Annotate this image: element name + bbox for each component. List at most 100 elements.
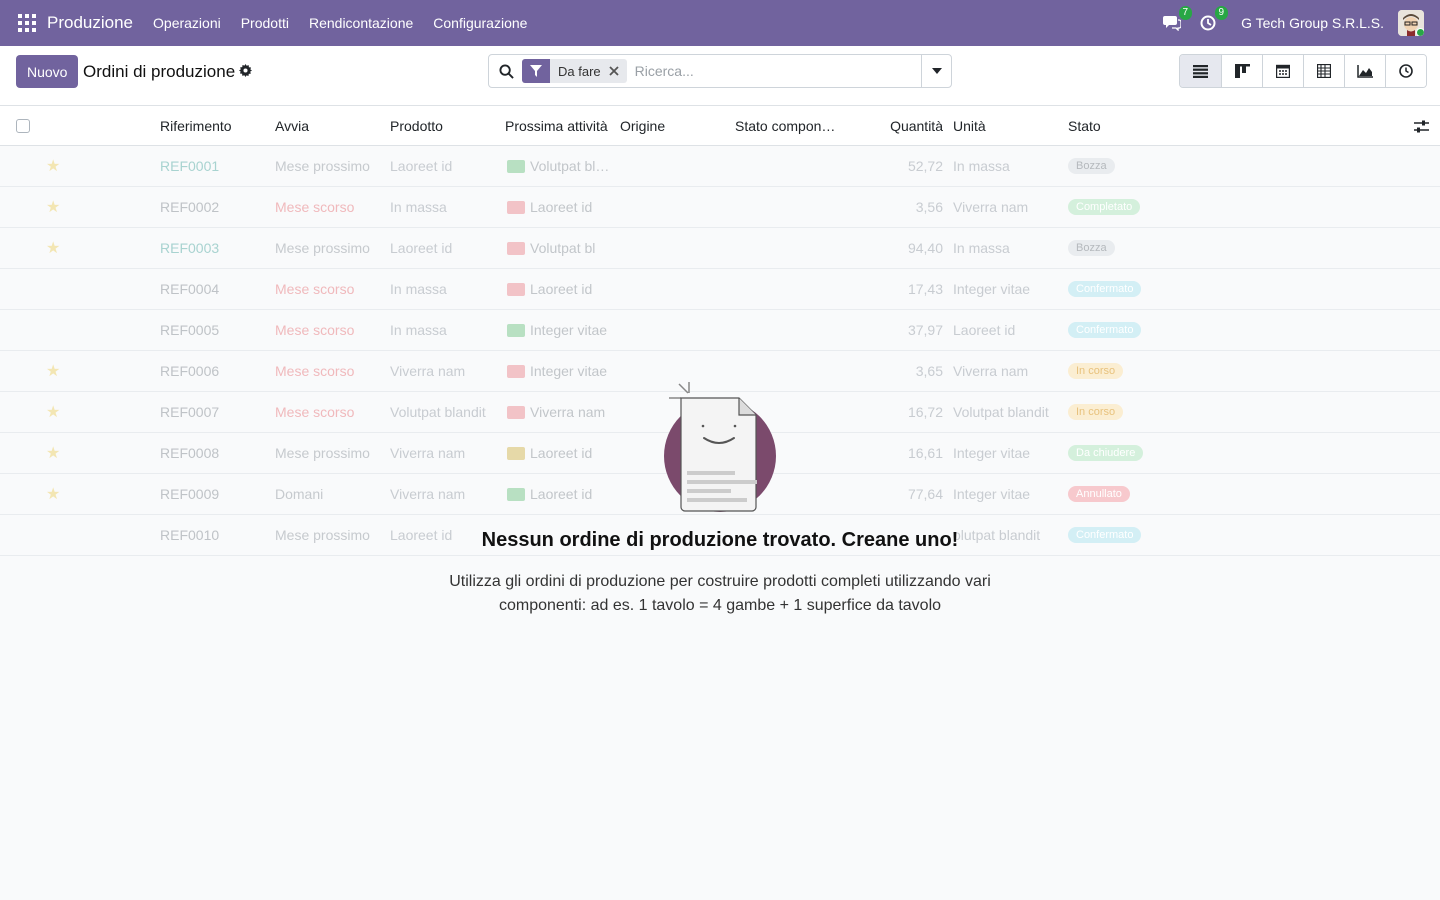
column-header-stato[interactable]: Stato bbox=[1068, 106, 1178, 146]
cell-start: Mese scorso bbox=[275, 281, 355, 297]
cell-reference: REF0009 bbox=[160, 486, 220, 502]
cell-unit: Integer vitae bbox=[953, 281, 1031, 297]
company-switcher[interactable]: G Tech Group S.R.L.S. bbox=[1241, 15, 1384, 31]
app-brand[interactable]: Produzione bbox=[47, 13, 133, 33]
search-icon[interactable] bbox=[499, 63, 514, 79]
cell-reference: REF0006 bbox=[160, 363, 220, 379]
activity-type-icon bbox=[507, 159, 525, 173]
table-row[interactable]: REF0005 Mese scorso In massa Integer vitae 3… bbox=[0, 310, 1440, 351]
empty-state-text: Utilizza gli ordini di produzione per co… bbox=[449, 573, 991, 614]
list-header: Riferimento Avvia Prodotto Prossima atti… bbox=[0, 106, 1440, 146]
column-header-unita[interactable]: Unità bbox=[953, 106, 1063, 146]
avatar[interactable] bbox=[1398, 10, 1424, 36]
column-header-riferimento[interactable]: Riferimento bbox=[160, 106, 270, 146]
table-row[interactable]: ★ REF0002 Mese scorso In massa Laoreet id 3,5… bbox=[0, 187, 1440, 228]
list-icon bbox=[1193, 64, 1208, 78]
status-badge: Bozza bbox=[1068, 158, 1115, 174]
activity-clock-icon bbox=[1399, 64, 1413, 78]
view-switcher bbox=[1179, 54, 1427, 88]
caret-down-icon bbox=[931, 68, 942, 74]
cell-unit: In massa bbox=[953, 158, 1010, 174]
cell-state: In corso bbox=[1068, 392, 1188, 432]
favorite-star-icon[interactable] bbox=[46, 515, 66, 555]
favorite-star-icon[interactable]: ★ bbox=[46, 228, 66, 268]
menu-item-prodotti[interactable]: Prodotti bbox=[231, 15, 299, 31]
search-input[interactable] bbox=[634, 63, 905, 79]
empty-state: Nessun ordine di produzione trovato. Cre… bbox=[420, 376, 1020, 618]
favorite-star-icon[interactable]: ★ bbox=[46, 187, 66, 227]
cell-state: Confermato bbox=[1068, 310, 1188, 350]
pivot-view-button[interactable] bbox=[1303, 55, 1344, 87]
column-header-quantita[interactable]: Quantità bbox=[850, 106, 943, 146]
cell-reference: REF0003 bbox=[160, 240, 220, 256]
cell-product: In massa bbox=[390, 281, 447, 297]
filter-icon bbox=[522, 59, 550, 83]
search-options-toggle[interactable] bbox=[921, 55, 951, 87]
activity-label: Volutpat bl… bbox=[530, 158, 610, 174]
facet-remove-icon[interactable] bbox=[609, 66, 627, 76]
activity-label: Volutpat bl bbox=[530, 240, 596, 256]
menu-item-rendicontazione[interactable]: Rendicontazione bbox=[299, 15, 423, 31]
search-facet: Da fare bbox=[522, 59, 627, 83]
table-row[interactable]: ★ REF0001 Mese prossimo Laoreet id Volutpat … bbox=[0, 146, 1440, 187]
cell-next-activity[interactable]: Laoreet id bbox=[507, 187, 615, 227]
cell-quantity: 17,43 bbox=[907, 281, 943, 297]
cell-state: Bozza bbox=[1068, 146, 1188, 186]
cell-product: In massa bbox=[390, 322, 447, 338]
favorite-star-icon[interactable]: ★ bbox=[46, 474, 66, 514]
cell-state: Da chiudere bbox=[1068, 433, 1188, 473]
facet-label: Da fare bbox=[558, 63, 601, 79]
favorite-star-icon[interactable] bbox=[46, 310, 66, 350]
kanban-view-button[interactable] bbox=[1221, 55, 1262, 87]
systray: 7 9 G Tech Group S.R.L.S. bbox=[1161, 0, 1440, 46]
calendar-view-button[interactable] bbox=[1262, 55, 1303, 87]
apps-grid-icon[interactable] bbox=[18, 14, 36, 32]
cell-next-activity[interactable]: Volutpat bl bbox=[507, 228, 615, 268]
menu-item-operazioni[interactable]: Operazioni bbox=[143, 15, 231, 31]
new-button[interactable]: Nuovo bbox=[16, 55, 79, 88]
cell-reference: REF0002 bbox=[160, 199, 220, 215]
status-badge: Annullato bbox=[1068, 486, 1130, 502]
table-row[interactable]: REF0004 Mese scorso In massa Laoreet id 17,4… bbox=[0, 269, 1440, 310]
table-row[interactable]: ★ REF0003 Mese prossimo Laoreet id Volutpat … bbox=[0, 228, 1440, 269]
favorite-star-icon[interactable]: ★ bbox=[46, 392, 66, 432]
online-status-dot bbox=[1416, 28, 1424, 36]
clock-icon bbox=[1200, 15, 1216, 31]
menu-item-configurazione[interactable]: Configurazione bbox=[423, 15, 537, 31]
empty-state-title: Nessun ordine di produzione trovato. Cre… bbox=[481, 529, 959, 551]
graph-view-button[interactable] bbox=[1344, 55, 1385, 87]
activity-label: Integer vitae bbox=[530, 322, 608, 338]
column-header-origine[interactable]: Origine bbox=[620, 106, 730, 146]
status-badge: In corso bbox=[1068, 363, 1124, 379]
status-badge: Da chiudere bbox=[1068, 445, 1144, 461]
column-header-prossima-attivita[interactable]: Prossima attività bbox=[505, 106, 615, 146]
cell-next-activity[interactable]: Volutpat bl… bbox=[507, 146, 615, 186]
favorite-star-icon[interactable]: ★ bbox=[46, 146, 66, 186]
favorite-star-icon[interactable]: ★ bbox=[46, 351, 66, 391]
messages-button[interactable]: 7 bbox=[1161, 6, 1193, 34]
activity-label: Laoreet id bbox=[530, 199, 593, 215]
control-panel: Nuovo Ordini di produzione Da fare bbox=[0, 46, 1440, 106]
cell-start: Mese scorso bbox=[275, 322, 355, 338]
area-chart-icon bbox=[1357, 64, 1373, 78]
favorite-star-icon[interactable]: ★ bbox=[46, 433, 66, 473]
cell-next-activity[interactable]: Laoreet id bbox=[507, 269, 615, 309]
search-bar: Da fare bbox=[488, 54, 952, 88]
sliders-icon bbox=[1414, 120, 1429, 132]
column-header-avvia[interactable]: Avvia bbox=[275, 106, 385, 146]
column-header-prodotto[interactable]: Prodotto bbox=[390, 106, 500, 146]
activities-count-badge: 9 bbox=[1214, 6, 1229, 20]
status-badge: Confermato bbox=[1068, 527, 1142, 543]
cell-next-activity[interactable]: Integer vitae bbox=[507, 310, 615, 350]
gear-icon[interactable] bbox=[239, 64, 252, 77]
activity-view-button[interactable] bbox=[1385, 55, 1426, 87]
column-header-stato-componenti[interactable]: Stato compon… bbox=[735, 106, 845, 146]
select-all-checkbox[interactable] bbox=[16, 119, 30, 133]
activities-button[interactable]: 9 bbox=[1197, 6, 1229, 34]
cell-start: Domani bbox=[275, 486, 324, 502]
favorite-star-icon[interactable] bbox=[46, 269, 66, 309]
cell-product: In massa bbox=[390, 199, 447, 215]
list-view-button[interactable] bbox=[1180, 55, 1221, 87]
cell-reference: REF0010 bbox=[160, 527, 220, 543]
optional-columns-toggle[interactable] bbox=[1414, 106, 1429, 146]
